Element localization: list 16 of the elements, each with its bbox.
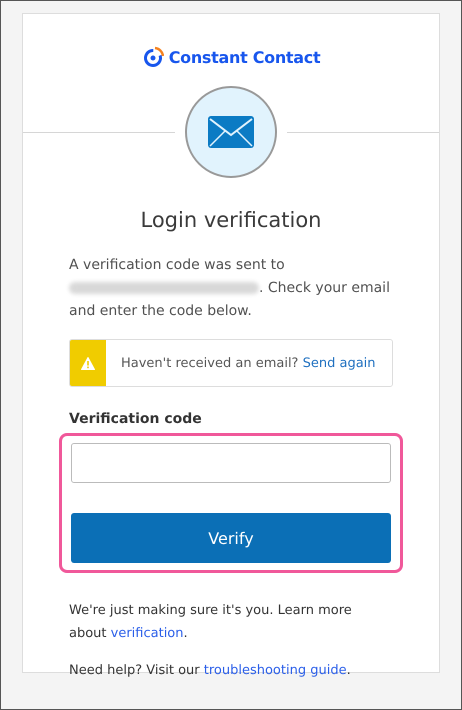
intro-text: A verification code was sent to: [69, 257, 285, 273]
help-link[interactable]: troubleshooting guide: [204, 663, 347, 678]
help-text: We're just making sure it's you. Learn more about verification.: [69, 602, 353, 643]
warning-icon: [81, 356, 95, 370]
help-link[interactable]: verification: [110, 626, 184, 641]
logo-icon: [142, 46, 164, 68]
logo-text: Constant Contact: [168, 48, 320, 66]
alert-message: Haven't received an email? Send again: [121, 356, 376, 370]
send-again-link[interactable]: Send again: [302, 356, 376, 370]
envelope-icon: [208, 116, 254, 148]
verify-button[interactable]: Verify: [71, 513, 391, 563]
verification-code-field[interactable]: [71, 443, 391, 483]
intro-text: . Check your email and enter the code below.: [69, 280, 390, 319]
help-text: Need help? Visit our troubleshooting guide.: [69, 662, 352, 680]
page-title: Login verification: [139, 208, 322, 232]
field-label: Verification code: [69, 411, 203, 427]
